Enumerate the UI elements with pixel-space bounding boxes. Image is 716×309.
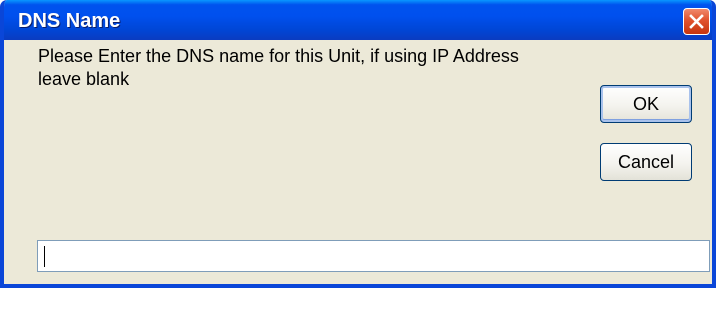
close-button[interactable] xyxy=(683,8,710,35)
dns-name-input[interactable] xyxy=(37,240,710,272)
title-bar[interactable]: DNS Name xyxy=(4,0,712,40)
text-caret xyxy=(44,246,45,267)
dns-name-dialog: DNS Name Please Enter the DNS name for t… xyxy=(0,0,716,288)
cancel-button[interactable]: Cancel xyxy=(600,143,692,181)
prompt-message: Please Enter the DNS name for this Unit,… xyxy=(38,46,519,89)
ok-button[interactable]: OK xyxy=(600,85,692,123)
close-icon xyxy=(689,14,704,29)
window-title: DNS Name xyxy=(18,10,121,32)
